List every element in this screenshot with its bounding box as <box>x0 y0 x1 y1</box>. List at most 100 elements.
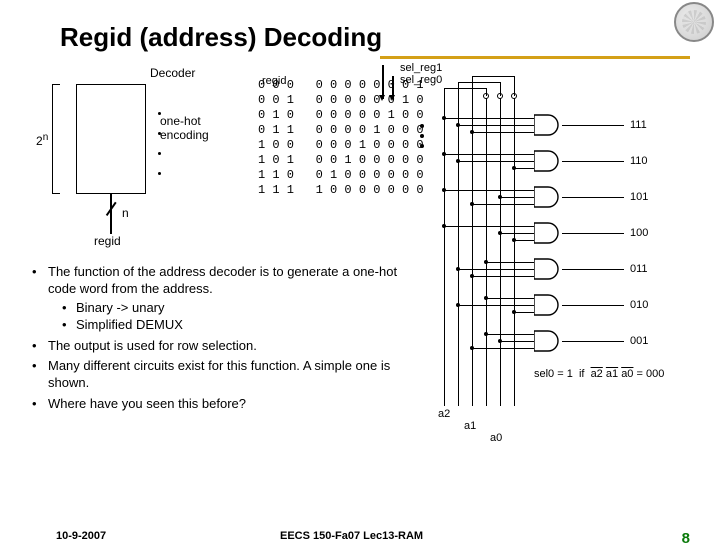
node-icon <box>498 231 502 235</box>
gate-output-label: 101 <box>630 191 648 203</box>
node-icon <box>470 274 474 278</box>
truth-row: 1 0 0 0 0 0 1 0 0 0 0 <box>258 138 424 153</box>
wire <box>444 88 445 96</box>
wire <box>486 88 487 96</box>
wire <box>458 82 459 96</box>
wire <box>514 240 534 241</box>
footer-course: EECS 150-Fa07 Lec13-RAM <box>280 530 423 542</box>
dot-icon <box>420 124 424 128</box>
wire <box>514 96 515 406</box>
wire <box>444 96 445 406</box>
node-icon <box>484 260 488 264</box>
dot-icon <box>420 144 424 148</box>
wire <box>458 125 534 126</box>
node-icon <box>442 224 446 228</box>
bullet-item: Where have you seen this before? <box>28 396 428 413</box>
wire <box>514 312 534 313</box>
node-icon <box>512 166 516 170</box>
wire <box>458 161 534 162</box>
a1bar: a1 <box>606 368 618 380</box>
bullet-text: The function of the address decoder is t… <box>48 264 397 296</box>
wire <box>472 276 534 277</box>
wire <box>444 190 534 191</box>
gate-output-label: 111 <box>630 119 647 131</box>
wire <box>500 197 534 198</box>
and-gate-icon <box>534 150 562 172</box>
node-icon <box>442 152 446 156</box>
bullet-item: Many different circuits exist for this f… <box>28 358 428 392</box>
wire <box>472 96 473 406</box>
height-bracket <box>52 84 60 194</box>
node-icon <box>512 238 516 242</box>
and-gate-icon <box>534 222 562 244</box>
input-a1-label: a1 <box>464 420 476 432</box>
bullet-text: Many different circuits exist for this f… <box>48 358 390 390</box>
gate-output-label: 110 <box>630 155 648 167</box>
sel0-note: sel0 = 1 if a2 a1 a0 = 000 <box>534 368 664 380</box>
node-icon <box>470 346 474 350</box>
node-icon <box>484 296 488 300</box>
sub-bullet-item: Binary -> unary <box>48 300 428 317</box>
truth-row: 1 1 0 0 1 0 0 0 0 0 0 <box>258 168 424 183</box>
wire <box>444 226 534 227</box>
and-gate-icon <box>534 330 562 352</box>
gate-output-label: 001 <box>630 335 648 347</box>
wire <box>472 204 534 205</box>
footer-page-number: 8 <box>682 530 690 547</box>
sel-reg1-label: sel_reg1 <box>400 62 442 74</box>
wire <box>562 341 624 342</box>
n-label: n <box>122 206 129 220</box>
wire <box>514 76 515 96</box>
bullet-item: The output is used for row selection. <box>28 338 428 355</box>
bullet-text: Simplified DEMUX <box>76 317 183 332</box>
bullet-text: Binary -> unary <box>76 300 165 315</box>
n-superscript: n <box>43 132 49 143</box>
bullet-list: The function of the address decoder is t… <box>28 264 428 417</box>
node-icon <box>456 123 460 127</box>
footer-date: 10-9-2007 <box>56 530 106 542</box>
and-gate-icon <box>534 186 562 208</box>
wire <box>444 118 534 119</box>
node-icon <box>470 202 474 206</box>
wire <box>444 88 486 89</box>
slide-title: Regid (address) Decoding <box>60 22 382 53</box>
wire <box>472 348 534 349</box>
bullet-text: The output is used for row selection. <box>48 338 257 353</box>
wire <box>562 197 624 198</box>
height-label: 2n <box>36 132 48 148</box>
node-icon <box>498 339 502 343</box>
input-a2-label: a2 <box>438 408 450 420</box>
decoder-label: Decoder <box>150 66 195 80</box>
university-seal-icon <box>674 2 714 42</box>
truth-row: 1 1 1 1 0 0 0 0 0 0 0 <box>258 183 424 198</box>
wire <box>500 341 534 342</box>
wire <box>444 154 534 155</box>
node-icon <box>470 130 474 134</box>
and-gate-icon <box>534 294 562 316</box>
wire <box>562 233 624 234</box>
bullet-text: Where have you seen this before? <box>48 396 246 411</box>
a0bar: a0 <box>621 368 633 380</box>
node-icon <box>512 310 516 314</box>
truth-row: 1 0 1 0 0 1 0 0 0 0 0 <box>258 153 424 168</box>
truth-row: 0 1 1 0 0 0 0 1 0 0 0 <box>258 123 424 138</box>
node-icon <box>456 267 460 271</box>
input-stem-wire <box>110 194 112 234</box>
gate-output-label: 011 <box>630 263 648 275</box>
two-label: 2 <box>36 134 43 148</box>
and-gate-icon <box>534 258 562 280</box>
onehot-label-1: one-hot <box>160 114 201 128</box>
wire <box>562 305 624 306</box>
input-a0-label: a0 <box>490 432 502 444</box>
truth-row: 0 1 0 0 0 0 0 0 1 0 0 <box>258 108 424 123</box>
truth-row: 0 0 1 0 0 0 0 0 0 1 0 <box>258 93 424 108</box>
wire <box>458 305 534 306</box>
node-icon <box>456 303 460 307</box>
wire <box>472 76 473 96</box>
wire <box>562 161 624 162</box>
bullet-item: The function of the address decoder is t… <box>28 264 428 334</box>
wire <box>458 82 500 83</box>
wire <box>472 76 514 77</box>
wire <box>486 298 534 299</box>
wire <box>514 168 534 169</box>
